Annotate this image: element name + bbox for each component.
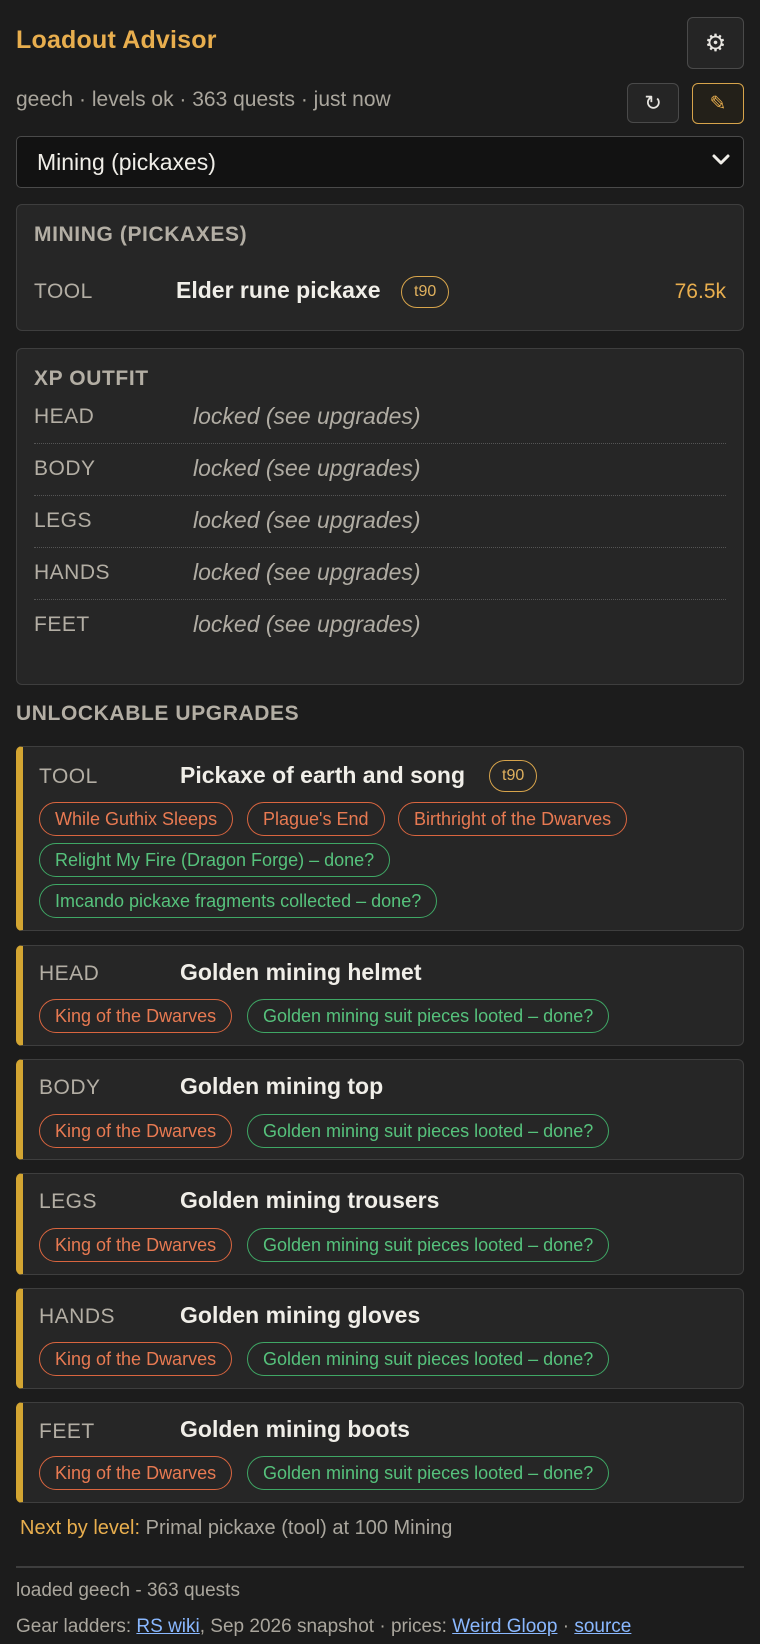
panel-title: MINING (PICKAXES)	[34, 223, 248, 246]
done-chip[interactable]: Golden mining suit pieces looted – done?	[247, 1228, 610, 1262]
quest-chip[interactable]: King of the Dwarves	[39, 1114, 233, 1148]
tier-badge: t90	[401, 276, 450, 308]
slot-label: HEAD	[34, 405, 95, 428]
item-name: Elder rune pickaxe	[176, 277, 381, 303]
done-chip[interactable]: Imcando pickaxe fragments collected – do…	[39, 884, 438, 918]
item-name: Golden mining gloves	[180, 1302, 421, 1328]
item-name: Golden mining trousers	[180, 1187, 440, 1213]
chevron-down-icon	[712, 154, 730, 165]
current-tool-panel: MINING (PICKAXES) TOOL Elder rune pickax…	[16, 204, 744, 331]
footer-credits: Gear ladders: RS wiki, Sep 2026 snapshot…	[16, 1616, 631, 1638]
slot-label: HANDS	[39, 1305, 116, 1328]
item-name: Pickaxe of earth and song	[180, 762, 466, 788]
upgrade-card-legs: LEGS Golden mining trousers King of the …	[16, 1173, 744, 1275]
settings-button[interactable]: ⚙	[687, 17, 744, 69]
outfit-row-head: HEAD locked (see upgrades)	[34, 392, 726, 444]
upgrade-card-head: HEAD Golden mining helmet King of the Dw…	[16, 945, 744, 1046]
status-line: geech · levels ok · 363 quests · just no…	[16, 88, 391, 111]
skill-select-value: Mining (pickaxes)	[37, 148, 216, 175]
done-chip[interactable]: Golden mining suit pieces looted – done?	[247, 999, 610, 1033]
slot-label: HANDS	[34, 561, 111, 584]
source-link[interactable]: source	[574, 1616, 631, 1637]
slot-label: FEET	[39, 1420, 95, 1443]
slot-label: BODY	[39, 1076, 101, 1099]
ladders-prefix: Gear ladders:	[16, 1616, 132, 1637]
item-price: 76.5k	[674, 280, 726, 303]
snapshot-text: , Sep 2026 snapshot · prices:	[199, 1616, 447, 1637]
outfit-row-body: BODY locked (see upgrades)	[34, 444, 726, 496]
outfit-row-hands: HANDS locked (see upgrades)	[34, 548, 726, 600]
quest-chip[interactable]: King of the Dwarves	[39, 1456, 233, 1490]
edit-button[interactable]: ✎	[692, 83, 744, 124]
quest-chip[interactable]: King of the Dwarves	[39, 1228, 233, 1262]
done-chip[interactable]: Golden mining suit pieces looted – done?	[247, 1342, 610, 1376]
outfit-row-legs: LEGS locked (see upgrades)	[34, 496, 726, 548]
done-chip[interactable]: Relight My Fire (Dragon Forge) – done?	[39, 843, 391, 877]
weird-gloop-link[interactable]: Weird Gloop	[452, 1616, 557, 1637]
done-chip[interactable]: Golden mining suit pieces looted – done?	[247, 1456, 610, 1490]
section-title: UNLOCKABLE UPGRADES	[16, 702, 300, 725]
next-label: Next by level:	[20, 1517, 141, 1539]
slot-label: TOOL	[39, 765, 98, 788]
outfit-value: locked (see upgrades)	[193, 455, 421, 481]
quest-chip[interactable]: Birthright of the Dwarves	[398, 802, 628, 836]
footer-loaded: loaded geech - 363 quests	[16, 1580, 240, 1601]
refresh-button[interactable]: ↻	[627, 83, 679, 123]
outfit-row-feet: FEET locked (see upgrades)	[34, 600, 726, 652]
upgrade-card-tool: TOOL Pickaxe of earth and song t90 While…	[16, 746, 744, 931]
slot-label: FEET	[34, 613, 90, 636]
skill-select[interactable]: Mining (pickaxes)	[16, 136, 744, 188]
divider	[16, 1566, 744, 1568]
outfit-value: locked (see upgrades)	[193, 559, 421, 585]
quest-chip[interactable]: King of the Dwarves	[39, 999, 233, 1033]
outfit-value: locked (see upgrades)	[193, 403, 421, 429]
rs-wiki-link[interactable]: RS wiki	[136, 1616, 199, 1637]
panel-title: XP OUTFIT	[34, 367, 149, 390]
slot-label: TOOL	[34, 280, 93, 303]
item-name: Golden mining helmet	[180, 959, 422, 985]
pencil-icon: ✎	[709, 93, 727, 115]
item-name: Golden mining boots	[180, 1416, 410, 1442]
quest-chip[interactable]: King of the Dwarves	[39, 1342, 233, 1376]
outfit-value: locked (see upgrades)	[193, 611, 421, 637]
outfit-value: locked (see upgrades)	[193, 507, 421, 533]
upgrade-card-body: BODY Golden mining top King of the Dwarv…	[16, 1059, 744, 1160]
gear-icon: ⚙	[704, 29, 727, 57]
next-by-level: Next by level: Primal pickaxe (tool) at …	[20, 1517, 452, 1540]
upgrade-card-hands: HANDS Golden mining gloves King of the D…	[16, 1288, 744, 1389]
slot-label: LEGS	[34, 509, 93, 532]
xp-outfit-panel: XP OUTFIT HEAD locked (see upgrades) BOD…	[16, 348, 744, 685]
upgrade-card-feet: FEET Golden mining boots King of the Dwa…	[16, 1402, 744, 1503]
refresh-icon: ↻	[644, 91, 662, 115]
item-name: Golden mining top	[180, 1073, 384, 1099]
tier-badge: t90	[489, 760, 538, 792]
slot-label: HEAD	[39, 962, 100, 985]
slot-label: BODY	[34, 457, 96, 480]
slot-label: LEGS	[39, 1190, 98, 1213]
quest-chip[interactable]: While Guthix Sleeps	[39, 802, 234, 836]
app-title: Loadout Advisor	[16, 26, 217, 54]
done-chip[interactable]: Golden mining suit pieces looted – done?	[247, 1114, 610, 1148]
separator: ·	[562, 1616, 570, 1637]
next-text: Primal pickaxe (tool) at 100 Mining	[145, 1517, 453, 1539]
quest-chip[interactable]: Plague's End	[247, 802, 385, 836]
